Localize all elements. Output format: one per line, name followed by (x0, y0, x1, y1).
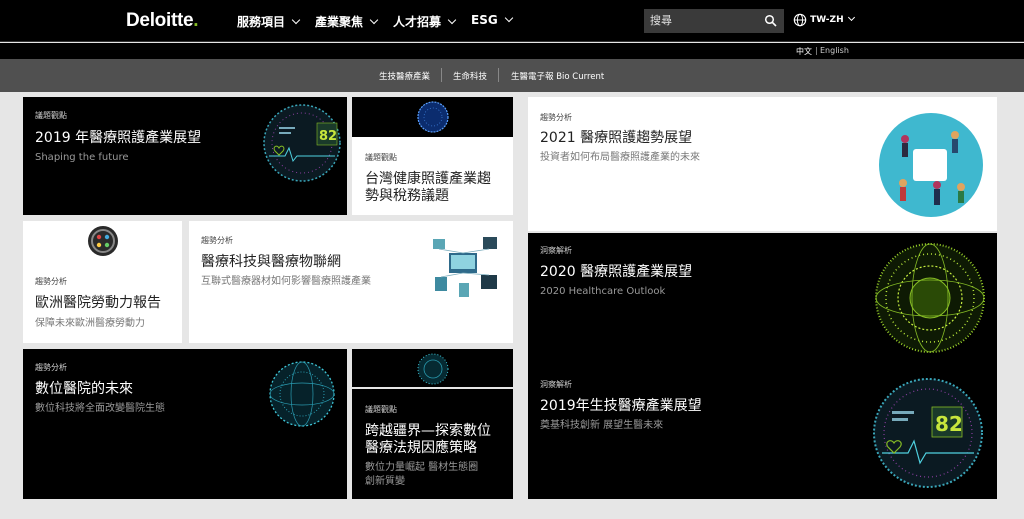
card-description: 數位科技將全面改變醫院生態 (35, 403, 165, 414)
article-card-2019-biotech-outlook[interactable]: 洞察解析 2019年生技醫療產業展望 奠基科技創新 展望生醫未來 82 (528, 367, 997, 499)
globe-icon (793, 13, 807, 27)
article-card-taiwan-healthcare-tax[interactable]: 議題觀點 台灣健康照護產業趨 勢與稅務議題 (352, 97, 513, 215)
chevron-down-icon (847, 13, 855, 21)
card-tag: 議題觀點 (35, 111, 67, 120)
globe-network-image (417, 101, 449, 133)
card-title: 數位醫院的未來 (35, 381, 133, 397)
card-description-line-2: 創新質變 (365, 476, 405, 487)
card-description: 2020 Healthcare Outlook (540, 286, 666, 297)
lang-divider: | (815, 46, 818, 55)
nav-careers-label: 人才招募 (393, 15, 442, 29)
top-navigation: Deloitte. 服務項目 產業聚焦 人才招募 ESG TW-ZH (0, 0, 1024, 42)
logo-text: Deloitte (126, 10, 194, 31)
card-title-line-1: 跨越疆界—探索數位 (365, 423, 491, 439)
article-card-2021-healthcare-trends[interactable]: 趨勢分析 2021 醫療照護趨勢展望 投資者如何布局醫療照護產業的未來 (528, 97, 997, 231)
subnav-divider (441, 68, 442, 82)
subnav-divider (498, 68, 499, 82)
investors-illustration (879, 113, 983, 217)
score-82-text: 82 (935, 412, 963, 436)
article-card-digital-health-regulation[interactable]: 議題觀點 跨越疆界—探索數位 醫療法規因應策略 數位力量崛起 醫材生態圈 創新質… (352, 349, 513, 499)
workforce-badge-image (88, 226, 118, 256)
card-description: 互聯式醫療器材如何影響醫療照護產業 (201, 276, 371, 287)
card-tag: 趨勢分析 (35, 277, 67, 286)
locale-label: TW-ZH (810, 15, 844, 25)
lang-en-link[interactable]: English (820, 46, 849, 55)
card-tag: 議題觀點 (365, 153, 397, 162)
article-card-digital-hospital[interactable]: 趨勢分析 數位醫院的未來 數位科技將全面改變醫院生態 (23, 349, 347, 499)
card-title: 2021 醫療照護趨勢展望 (540, 130, 693, 146)
chevron-down-icon (291, 15, 301, 25)
article-card-2019-healthcare-outlook[interactable]: 議題觀點 2019 年醫療照護產業展望 Shaping the future 8… (23, 97, 347, 215)
card-tag: 趨勢分析 (35, 363, 67, 372)
search-icon[interactable] (764, 14, 778, 28)
health-monitor-image: 82 (873, 378, 983, 488)
network-globe-image (417, 353, 449, 385)
card-description: 投資者如何布局醫療照護產業的未來 (540, 152, 700, 163)
chevron-down-icon (369, 15, 379, 25)
card-title: 歐洲醫院勞動力報告 (35, 295, 161, 311)
card-description: 保障未來歐洲醫療勞動力 (35, 318, 145, 329)
card-description: Shaping the future (35, 152, 129, 163)
chevron-down-icon (447, 15, 457, 25)
language-bar: 中文 | English (0, 43, 1024, 59)
card-tag: 洞察解析 (540, 380, 572, 389)
card-divider (352, 387, 513, 389)
connected-devices-illustration (433, 237, 497, 297)
card-title-line-2: 勢與稅務議題 (365, 188, 449, 204)
deloitte-logo[interactable]: Deloitte. (126, 10, 199, 32)
subnav-biotech[interactable]: 生技醫療產業 (379, 70, 430, 82)
card-title: 2019年生技醫療產業展望 (540, 398, 702, 414)
card-tag: 洞察解析 (540, 246, 572, 255)
card-title-line-1: 台灣健康照護產業趨 (365, 171, 491, 187)
card-description-line-1: 數位力量崛起 醫材生態圈 (365, 462, 479, 473)
article-card-europe-hospital-workforce[interactable]: 趨勢分析 歐洲醫院勞動力報告 保障未來歐洲醫療勞動力 (23, 221, 182, 343)
locale-selector[interactable]: TW-ZH (793, 13, 855, 27)
score-82-text: 82 (319, 129, 337, 144)
chevron-down-icon (504, 13, 513, 23)
card-title: 2020 醫療照護產業展望 (540, 264, 693, 280)
card-tag: 趨勢分析 (540, 113, 572, 122)
nav-industries[interactable]: 產業聚焦 (315, 13, 379, 30)
subnav-life-sciences[interactable]: 生命科技 (453, 70, 487, 82)
nav-services[interactable]: 服務項目 (237, 13, 301, 30)
sub-navigation: 生技醫療產業 生命科技 生醫電子報 Bio Current (0, 59, 1024, 92)
search-input[interactable] (644, 9, 784, 33)
card-title: 醫療科技與醫療物聯網 (201, 254, 341, 270)
card-title-line-2: 醫療法規因應策略 (365, 440, 477, 456)
green-sphere-image (875, 243, 985, 353)
card-tag: 議題觀點 (365, 405, 397, 414)
nav-industries-label: 產業聚焦 (315, 15, 364, 29)
digital-globe-image (269, 361, 335, 427)
nav-esg[interactable]: ESG (471, 13, 513, 27)
lang-zh-link[interactable]: 中文 (796, 46, 812, 57)
nav-services-label: 服務項目 (237, 15, 286, 29)
article-card-medtech-iomt[interactable]: 趨勢分析 醫療科技與醫療物聯網 互聯式醫療器材如何影響醫療照護產業 (189, 221, 513, 343)
article-card-2020-healthcare-outlook[interactable]: 洞察解析 2020 醫療照護產業展望 2020 Healthcare Outlo… (528, 233, 997, 367)
nav-careers[interactable]: 人才招募 (393, 13, 457, 30)
health-monitor-image: 82 (263, 104, 341, 182)
logo-dot: . (193, 10, 199, 31)
subnav-bio-current[interactable]: 生醫電子報 Bio Current (511, 70, 604, 82)
card-description: 奠基科技創新 展望生醫未來 (540, 420, 664, 431)
card-tag: 趨勢分析 (201, 236, 233, 245)
nav-esg-label: ESG (471, 13, 498, 27)
card-title: 2019 年醫療照護產業展望 (35, 130, 202, 146)
